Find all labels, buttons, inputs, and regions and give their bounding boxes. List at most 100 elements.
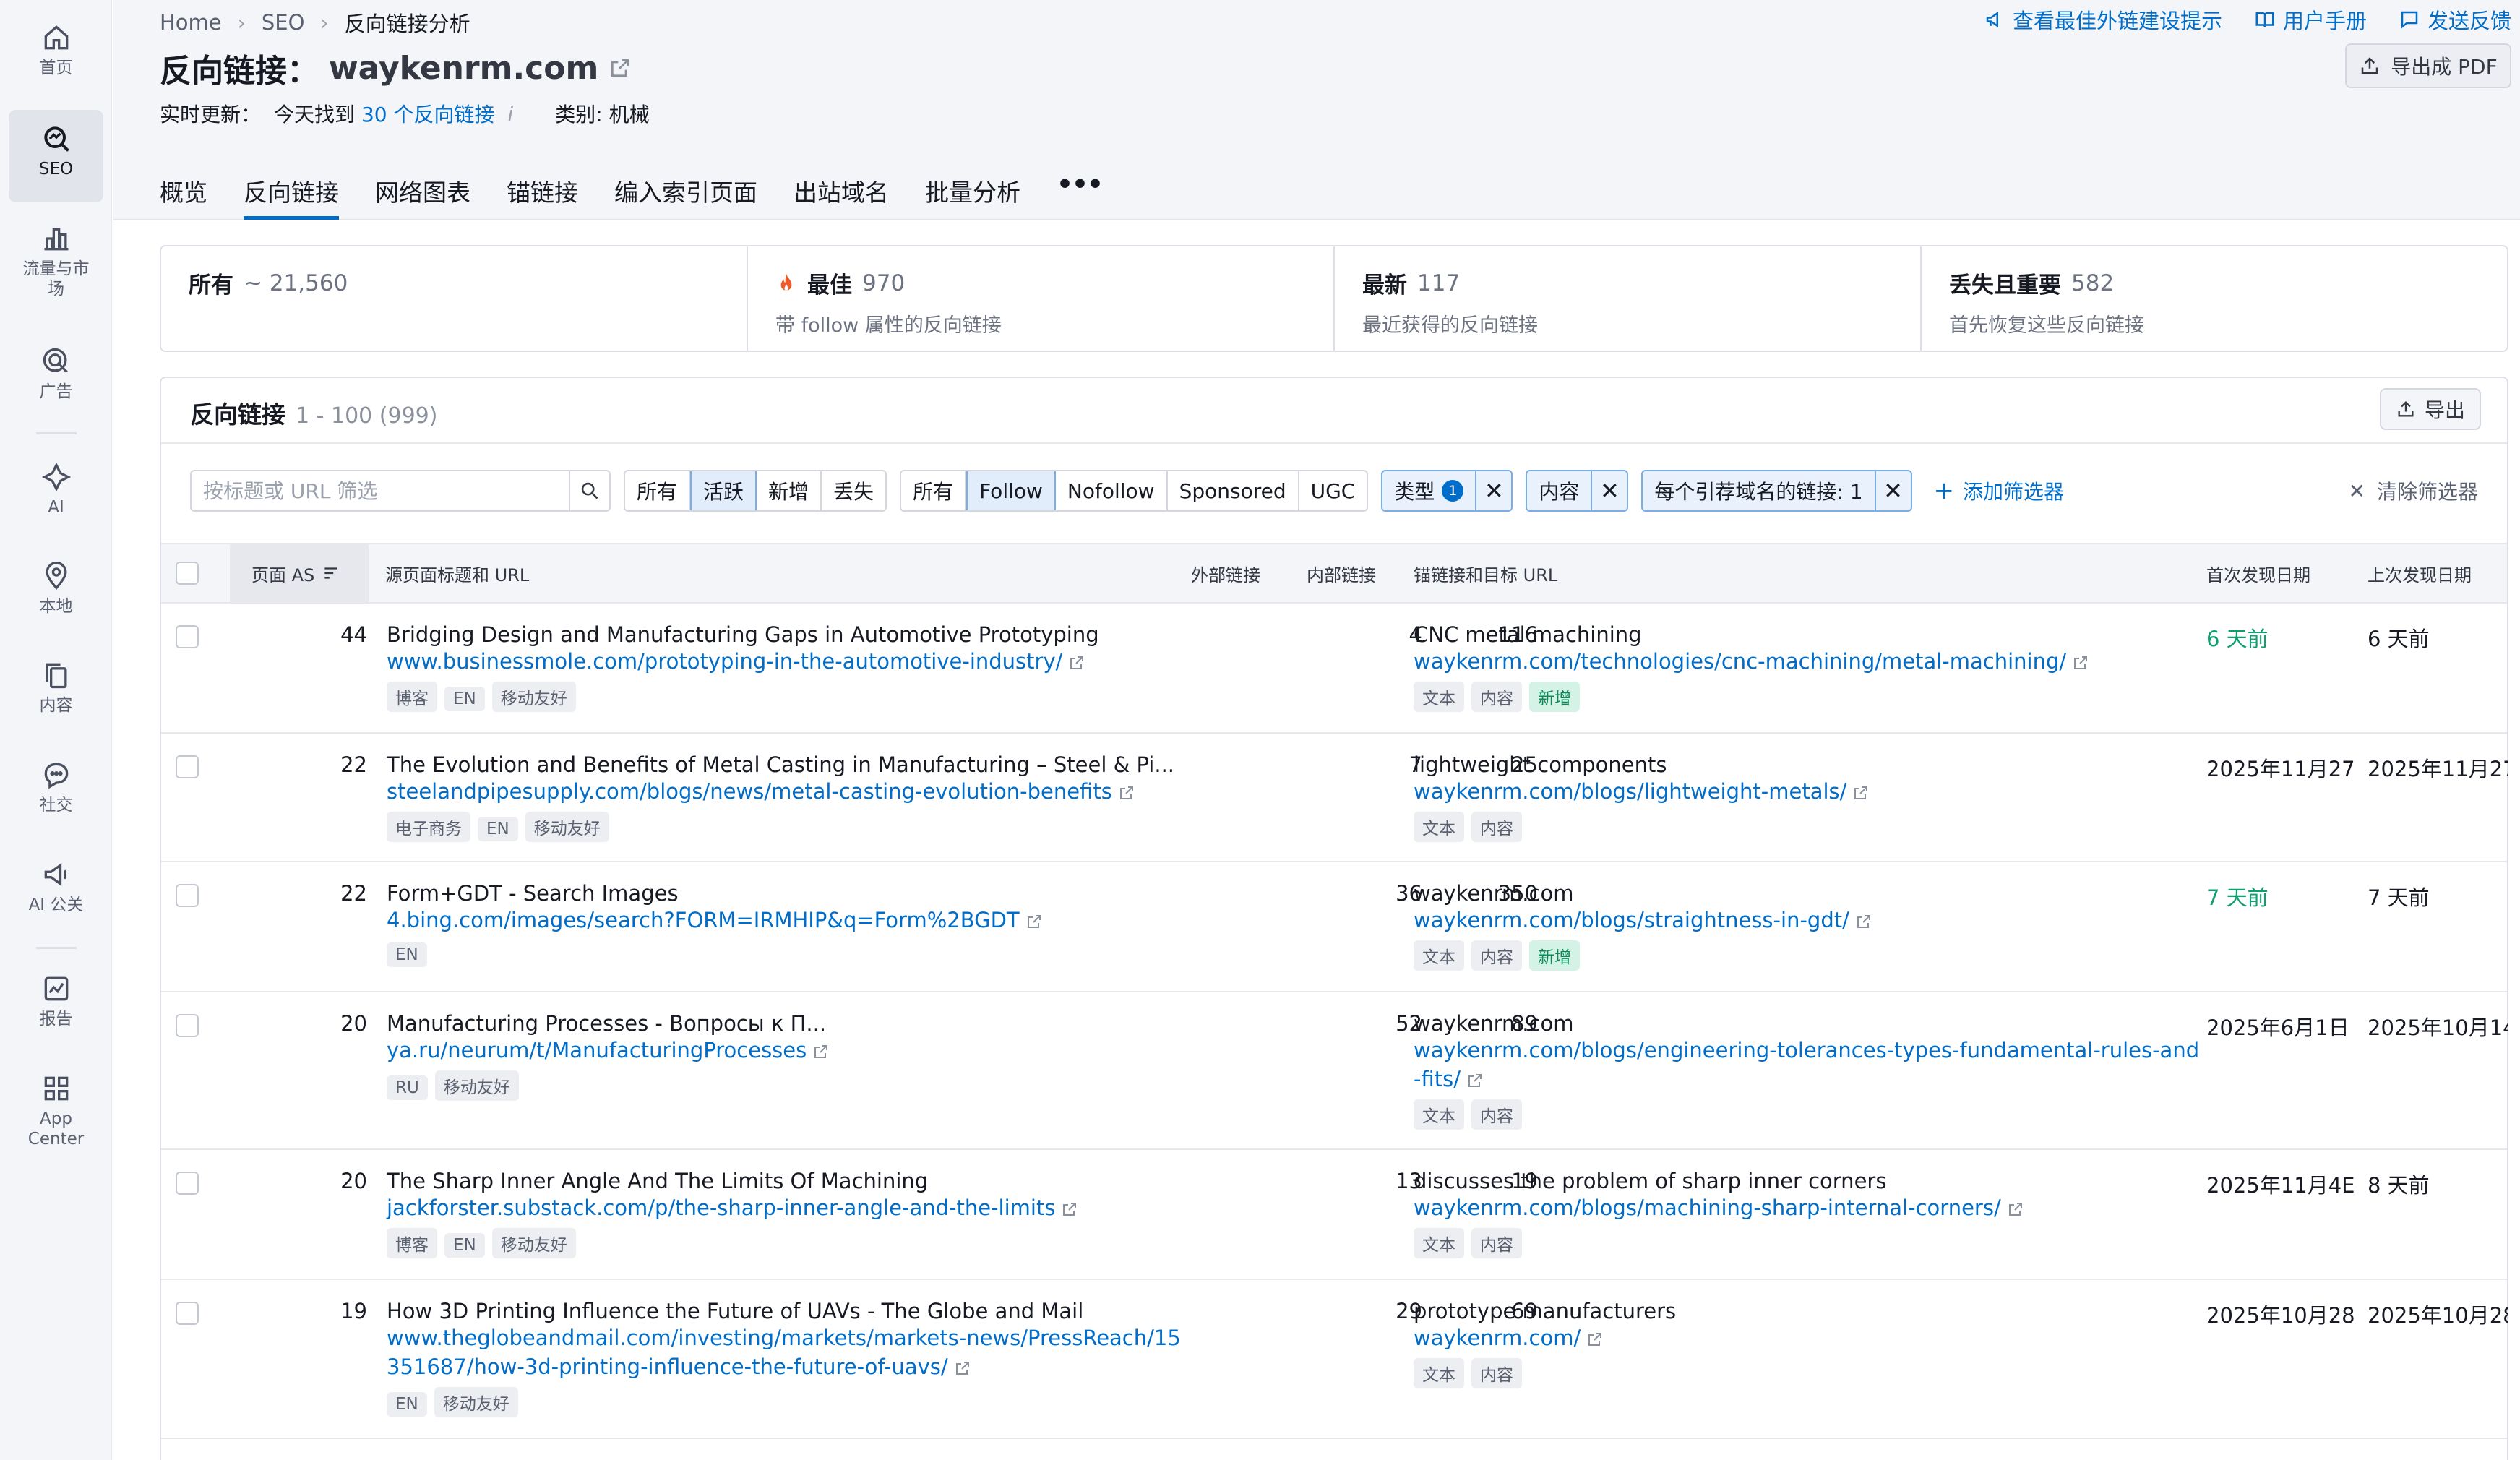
card-lost-important[interactable]: 丢失且重要 582 首先恢复这些反向链接 [1922,246,2507,351]
target-url[interactable]: waykenrm.com/blogs/engineering-tolerance… [1414,1038,2199,1062]
nav-ai-pr[interactable]: AI 公关 [9,859,103,927]
row-checkbox[interactable] [176,1172,199,1195]
external-link-icon[interactable] [1852,784,1870,802]
row-checkbox[interactable] [176,1302,199,1325]
row-checkbox[interactable] [176,625,199,648]
export-button[interactable]: 导出 [2380,388,2481,430]
nav-report[interactable]: 报告 [9,973,103,1042]
tag: 内容 [1471,1099,1522,1130]
type-nofollow[interactable]: Nofollow [1056,471,1168,510]
tab-network-graph[interactable]: 网络图表 [375,173,470,220]
search-button[interactable] [569,471,609,510]
status-active[interactable]: 活跃 [690,471,757,510]
user-manual-label: 用户手册 [2282,9,2367,33]
external-link-icon[interactable] [954,1360,971,1377]
row-checkbox-cell [176,884,199,907]
external-link-icon[interactable] [1586,1331,1604,1348]
column-source[interactable]: 源页面标题和 URL [385,544,529,602]
export-pdf-button[interactable]: 导出成 PDF [2345,43,2511,88]
nav-content[interactable]: 内容 [9,659,103,728]
nav-local[interactable]: 本地 [9,560,103,629]
tab-bulk-analysis[interactable]: 批量分析 [925,173,1020,220]
chip-content-button[interactable]: 内容 [1527,471,1591,510]
breadcrumb-home[interactable]: Home [160,10,222,35]
close-icon[interactable]: ✕ [1874,471,1911,510]
external-link-icon[interactable] [1118,784,1135,802]
type-follow[interactable]: Follow [966,471,1056,510]
user-manual-link[interactable]: 用户手册 [2254,4,2367,35]
anchor-tags: 文本 内容 [1414,1228,2201,1258]
page-title-domain[interactable]: waykenrm.com [329,50,598,87]
external-link-icon[interactable] [2007,1201,2024,1218]
type-ugc[interactable]: UGC [1299,471,1367,510]
row-checkbox[interactable] [176,755,199,778]
send-feedback-link[interactable]: 发送反馈 [2399,4,2511,35]
nav-social[interactable]: 社交 [9,759,103,828]
column-external-links[interactable]: 外部链接 [1191,544,1260,602]
info-icon[interactable]: i [507,102,513,126]
found-backlinks-link[interactable]: 30 个反向链接 [361,103,495,126]
card-all[interactable]: 所有 ~ 21,560 [161,246,748,351]
status-lost[interactable]: 丢失 [822,471,885,510]
nav-app-center[interactable]: App Center [9,1073,103,1163]
select-all-checkbox[interactable] [176,562,199,585]
nav-advertising[interactable]: 广告 [9,345,103,414]
nav-home[interactable]: 首页 [9,22,103,90]
external-link-icon[interactable] [1068,654,1085,671]
column-page-as[interactable]: 页面 AS [230,544,369,602]
close-icon[interactable]: ✕ [1475,471,1511,510]
type-all[interactable]: 所有 [901,471,967,510]
target-url[interactable]: waykenrm.com/technologies/cnc-machining/… [1414,649,2066,674]
chip-label: 内容 [1539,480,1580,504]
external-link-icon[interactable] [1025,913,1043,930]
clear-filter-button[interactable]: ✕ 清除筛选器 [2349,470,2478,512]
column-internal-links[interactable]: 内部链接 [1307,544,1376,602]
tab-anchors[interactable]: 锚链接 [507,173,578,220]
external-link-icon[interactable] [2072,654,2089,671]
nav-ai[interactable]: AI [9,461,103,530]
type-sponsored[interactable]: Sponsored [1168,471,1299,510]
source-url[interactable]: ya.ru/neurum/t/ManufacturingProcesses [387,1038,807,1062]
column-first-seen[interactable]: 首次发现日期 [2206,544,2310,602]
nav-traffic-market[interactable]: 流量与市场 [9,223,103,313]
row-checkbox[interactable] [176,1014,199,1037]
card-best[interactable]: 最佳 970 带 follow 属性的反向链接 [748,246,1335,351]
external-link-icon[interactable] [1061,1201,1078,1218]
source-url[interactable]: www.businessmole.com/prototyping-in-the-… [387,649,1062,674]
target-url[interactable]: waykenrm.com/blogs/machining-sharp-inter… [1414,1195,2001,1220]
nav-seo[interactable]: SEO [9,110,103,202]
external-link-icon[interactable] [1466,1072,1484,1089]
tab-overview[interactable]: 概览 [160,173,207,220]
best-tips-link[interactable]: 查看最佳外链建设提示 [1984,4,2222,35]
external-link-icon[interactable] [812,1043,830,1060]
column-anchor[interactable]: 锚链接和目标 URL [1414,544,1557,602]
add-filter-button[interactable]: + 添加筛选器 [1934,476,2065,505]
card-new[interactable]: 最新 117 最近获得的反向链接 [1335,246,1922,351]
nav-traffic-market-label: 流量与市场 [22,259,90,299]
chip-type-button[interactable]: 类型 1 [1382,471,1475,510]
tab-outbound-domains[interactable]: 出站域名 [794,173,889,220]
source-url[interactable]: 4.bing.com/images/search?FORM=IRMHIP&q=F… [387,908,1020,932]
external-link-icon[interactable] [609,56,632,80]
source-url[interactable]: jackforster.substack.com/p/the-sharp-inn… [387,1195,1055,1220]
more-tabs-button[interactable]: ••• [1057,172,1104,220]
tab-indexed-pages[interactable]: 编入索引页面 [614,173,757,220]
breadcrumb-seo[interactable]: SEO [262,10,305,35]
source-url[interactable]: www.theglobeandmail.com/investing/market… [387,1326,1181,1350]
status-all[interactable]: 所有 [625,471,691,510]
row-checkbox[interactable] [176,884,199,907]
close-icon[interactable]: ✕ [1591,471,1627,510]
target-url[interactable]: waykenrm.com/ [1414,1326,1581,1350]
search-input[interactable] [192,471,569,510]
target-url[interactable]: waykenrm.com/blogs/lightweight-metals/ [1414,779,1846,804]
column-last-seen[interactable]: 上次发现日期 [2368,544,2472,602]
fire-icon [780,272,792,291]
source-url[interactable]: steelandpipesupply.com/blogs/news/metal-… [387,779,1112,804]
external-link-icon[interactable] [1855,913,1872,930]
chip-links-per-domain-button[interactable]: 每个引荐域名的链接: 1 [1643,471,1874,510]
target-url[interactable]: waykenrm.com/blogs/straightness-in-gdt/ [1414,908,1849,932]
tab-backlinks[interactable]: 反向链接 [244,173,339,220]
status-new[interactable]: 新增 [757,471,822,510]
source-url-continued[interactable]: 351687/how-3d-printing-influence-the-fut… [387,1354,948,1379]
target-url-continued[interactable]: -fits/ [1414,1067,1461,1091]
